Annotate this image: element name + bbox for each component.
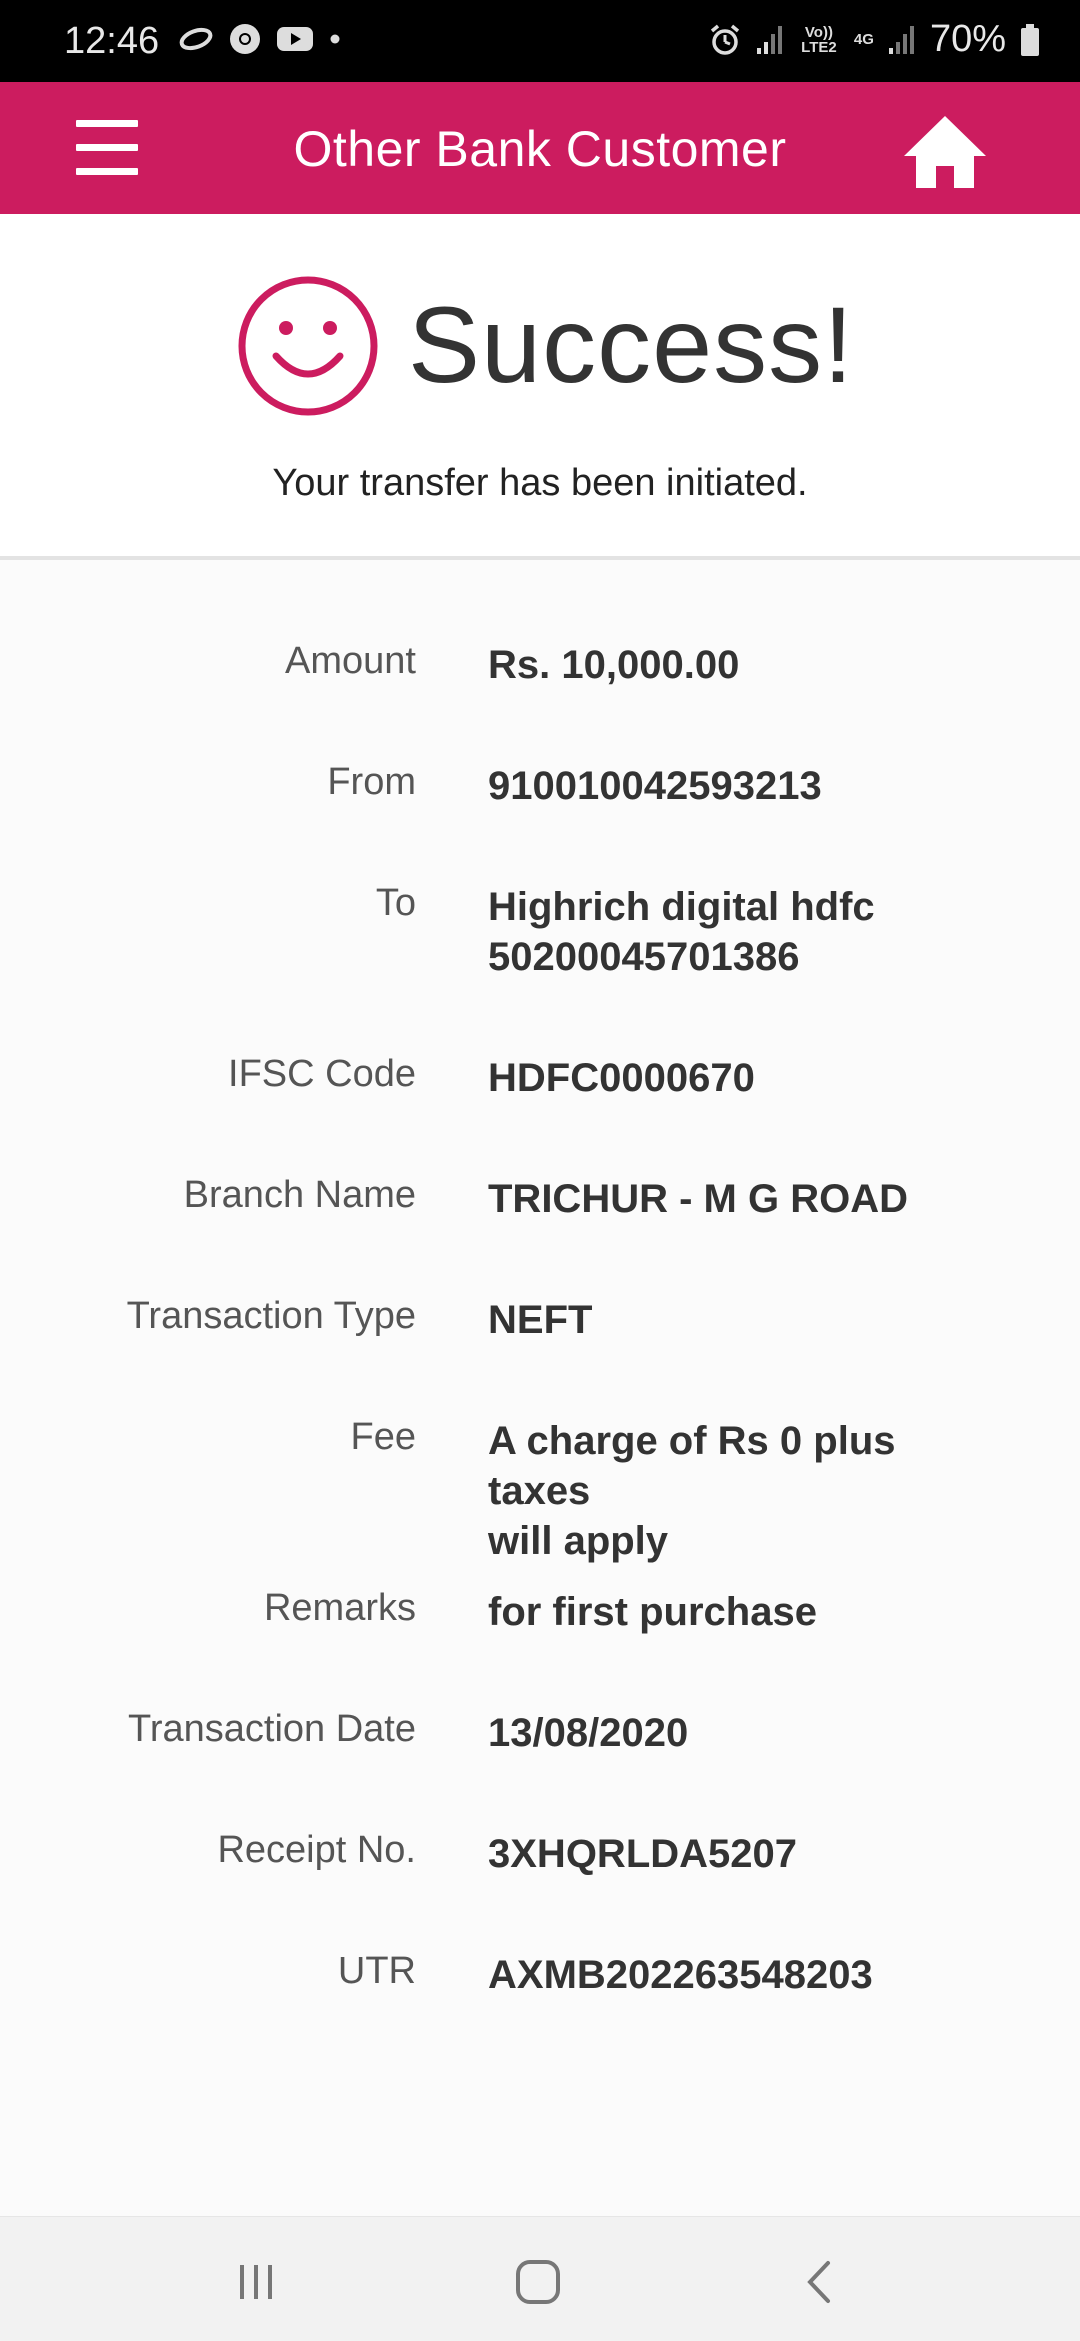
back-icon[interactable] xyxy=(790,2257,850,2307)
detail-label: From xyxy=(327,761,416,803)
detail-value: for first purchase xyxy=(488,1590,817,1634)
alarm-icon xyxy=(710,24,740,55)
link-icon xyxy=(179,27,213,51)
success-panel: Success! Your transfer has been initiate… xyxy=(0,214,1080,556)
detail-value: TRICHUR - M G ROAD xyxy=(488,1177,908,1221)
detail-value: 13/08/2020 xyxy=(488,1711,689,1755)
detail-value: NEFT xyxy=(488,1298,593,1342)
success-message: Your transfer has been initiated. xyxy=(272,462,808,504)
detail-label: Transaction Type xyxy=(126,1295,416,1337)
detail-label: Fee xyxy=(350,1416,416,1458)
battery-icon xyxy=(1021,23,1039,56)
status-time: 12:46 xyxy=(64,20,160,62)
battery-percent: 70% xyxy=(929,18,1006,60)
detail-value: HDFC0000670 xyxy=(488,1056,755,1100)
system-nav-bar xyxy=(0,2216,1080,2341)
detail-value: A charge of Rs 0 plus taxes will apply xyxy=(488,1419,896,1563)
status-bar: 12:46 Vo)) LTE2 4G 70% xyxy=(0,0,1080,82)
detail-label: Receipt No. xyxy=(217,1829,416,1871)
detail-label: IFSC Code xyxy=(228,1053,416,1095)
recent-apps-icon[interactable] xyxy=(226,2257,286,2307)
home-icon[interactable] xyxy=(900,112,990,192)
detail-value: 910010042593213 xyxy=(488,764,822,808)
dot-icon xyxy=(330,34,340,44)
smiley-icon xyxy=(238,276,378,416)
app-header: Other Bank Customer xyxy=(0,82,1080,214)
detail-label: Remarks xyxy=(263,1587,416,1629)
status-left-icons xyxy=(178,22,342,56)
chrome-icon xyxy=(230,24,260,54)
signal-icon xyxy=(756,25,782,54)
divider xyxy=(0,556,1080,560)
signal-icon xyxy=(888,25,914,54)
detail-value: Highrich digital hdfc 50200045701386 xyxy=(488,885,875,979)
network-label-volte: Vo)) LTE2 xyxy=(801,23,837,56)
status-right: Vo)) LTE2 4G 70% xyxy=(708,18,1040,61)
network-label-4g: 4G xyxy=(853,31,874,48)
detail-value: 3XHQRLDA5207 xyxy=(488,1832,798,1876)
detail-label: Branch Name xyxy=(183,1174,416,1216)
home-circle-icon[interactable] xyxy=(508,2257,568,2307)
detail-label: UTR xyxy=(337,1950,416,1992)
detail-label: Amount xyxy=(285,640,416,682)
detail-value: AXMB202263548203 xyxy=(488,1953,873,1997)
detail-value: Rs. 10,000.00 xyxy=(488,643,740,687)
detail-label: Transaction Date xyxy=(128,1708,416,1750)
youtube-icon xyxy=(277,27,313,51)
success-heading: Success! xyxy=(408,284,855,405)
detail-label: To xyxy=(375,882,416,924)
